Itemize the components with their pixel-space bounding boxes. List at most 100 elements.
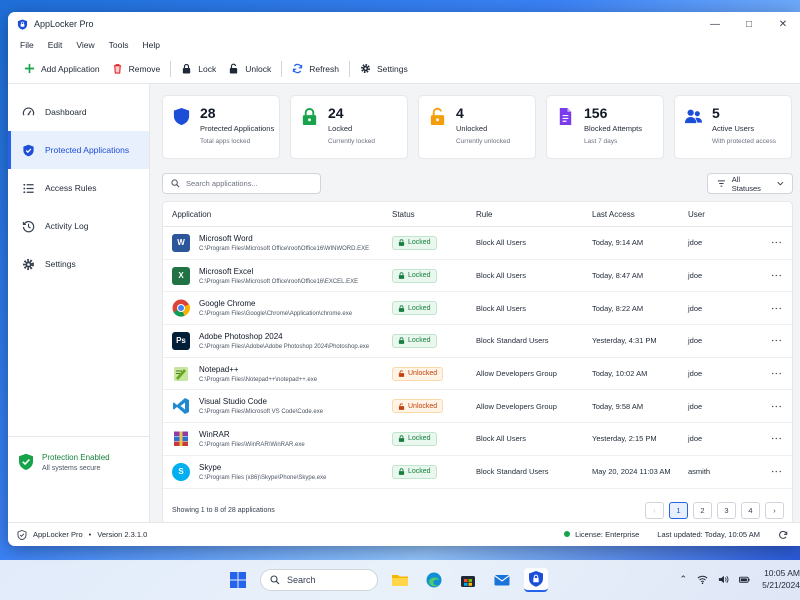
column-header-last-access[interactable]: Last Access bbox=[592, 210, 688, 219]
table-row[interactable]: Ps Adobe Photoshop 2024 C:\Program Files\A… bbox=[163, 325, 792, 358]
sidebar-item-access-rules[interactable]: Access Rules bbox=[8, 169, 149, 207]
more-options-icon[interactable]: ⋮ bbox=[770, 466, 782, 477]
last-access-cell: Today, 8:22 AM bbox=[592, 303, 644, 313]
more-options-icon[interactable]: ⋮ bbox=[770, 270, 782, 281]
table-header: Application Status Rule Last Access User bbox=[163, 202, 792, 227]
rule-cell: Block All Users bbox=[476, 271, 527, 281]
skype-icon: S bbox=[172, 462, 190, 481]
column-header-rule[interactable]: Rule bbox=[476, 210, 592, 219]
menu-help[interactable]: Help bbox=[142, 40, 159, 50]
clock[interactable]: 10:05 AM 5/21/2024 bbox=[760, 567, 800, 591]
stat-card-blocked-attempts: 156 Blocked Attempts Last 7 days bbox=[546, 95, 664, 159]
user-cell: jdoe bbox=[688, 271, 703, 281]
battery-icon[interactable] bbox=[739, 574, 750, 585]
prev-page-button[interactable]: ‹ bbox=[645, 502, 664, 519]
menu-file[interactable]: File bbox=[20, 40, 34, 50]
column-header-application[interactable]: Application bbox=[163, 210, 392, 219]
menu-view[interactable]: View bbox=[76, 40, 94, 50]
search-input[interactable] bbox=[186, 179, 316, 188]
refresh-button[interactable]: Refresh bbox=[290, 59, 349, 79]
unlock-button[interactable]: Unlock bbox=[226, 59, 281, 79]
app-name: Notepad++ bbox=[199, 364, 239, 374]
mail-button[interactable] bbox=[490, 568, 514, 592]
toolbar: Add Application Remove Lock Unlock Refre… bbox=[8, 54, 800, 84]
plus-icon bbox=[24, 63, 35, 74]
applocker-taskbar-button[interactable] bbox=[524, 568, 548, 592]
table-row[interactable]: S Skype C:\Program Files (x86)\Skype\Phone… bbox=[163, 456, 792, 489]
last-access-cell: May 20, 2024 11:03 AM bbox=[592, 467, 671, 477]
volume-icon[interactable] bbox=[718, 574, 729, 585]
next-page-button[interactable]: › bbox=[765, 502, 784, 519]
gear-icon bbox=[360, 64, 370, 73]
table-row[interactable]: Visual Studio Code C:\Program Files\Micro… bbox=[163, 390, 792, 424]
protection-subtitle: All systems secure bbox=[42, 465, 101, 472]
rule-cell: Block Standard Users bbox=[476, 467, 549, 477]
stat-card-unlocked: 4 Unlocked Currently unlocked bbox=[418, 95, 536, 159]
more-options-icon[interactable]: ⋮ bbox=[770, 335, 782, 346]
start-button[interactable] bbox=[226, 568, 250, 592]
user-cell: jdoe bbox=[688, 336, 703, 346]
settings-button[interactable]: Settings bbox=[358, 59, 418, 79]
table-row[interactable]: Notepad++ C:\Program Files\Notepad++\note… bbox=[163, 358, 792, 391]
file-explorer-button[interactable] bbox=[388, 568, 412, 592]
protection-title: Protection Enabled bbox=[42, 453, 110, 462]
close-button[interactable]: ✕ bbox=[766, 12, 800, 36]
unlock-icon bbox=[430, 107, 445, 126]
page-button[interactable]: 2 bbox=[693, 502, 712, 519]
lock-icon bbox=[398, 468, 405, 475]
page-button[interactable]: 3 bbox=[717, 502, 736, 519]
status-bar: AppLocker Pro • Version 2.3.1.0 License:… bbox=[8, 522, 800, 546]
maximize-button[interactable]: □ bbox=[732, 12, 766, 36]
add-application-button[interactable]: Add Application bbox=[22, 59, 110, 79]
stat-card-protected: 28 Protected Applications Total apps loc… bbox=[162, 95, 280, 159]
sidebar-item-protected-applications[interactable]: Protected Applications bbox=[8, 131, 149, 169]
lock-icon bbox=[302, 107, 317, 126]
chevron-up-icon[interactable]: ⌃ bbox=[679, 574, 687, 585]
more-options-icon[interactable]: ⋮ bbox=[770, 401, 782, 412]
refresh-icon bbox=[293, 63, 303, 74]
page-button[interactable]: 1 bbox=[669, 502, 688, 519]
app-name: Visual Studio Code bbox=[199, 397, 267, 407]
license-dot bbox=[564, 531, 571, 537]
refresh-icon[interactable] bbox=[778, 530, 788, 540]
status-badge: Locked bbox=[392, 235, 437, 250]
user-cell: jdoe bbox=[688, 303, 703, 313]
minimize-button[interactable]: — bbox=[698, 12, 732, 36]
table-row[interactable]: Google Chrome C:\Program Files\Google\Chr… bbox=[163, 292, 792, 326]
more-options-icon[interactable]: ⋮ bbox=[770, 237, 782, 248]
status-badge: Unlocked bbox=[392, 399, 444, 414]
status-filter-dropdown[interactable]: All Statuses bbox=[707, 173, 793, 194]
table-row[interactable]: WinRAR C:\Program Files\WinRAR\WinRAR.exe… bbox=[163, 423, 792, 456]
lock-button[interactable]: Lock bbox=[179, 59, 226, 79]
chrome-icon bbox=[172, 299, 190, 317]
sidebar-item-dashboard[interactable]: Dashboard bbox=[8, 93, 149, 131]
gear-icon bbox=[23, 258, 34, 270]
notepadpp-icon bbox=[172, 365, 190, 383]
more-options-icon[interactable]: ⋮ bbox=[770, 303, 782, 314]
excel-icon: X bbox=[172, 266, 190, 285]
table-row[interactable]: W Microsoft Word C:\Program Files\Microsof… bbox=[163, 227, 792, 260]
more-options-icon[interactable]: ⋮ bbox=[770, 433, 782, 444]
remove-button[interactable]: Remove bbox=[110, 59, 171, 79]
last-access-cell: Yesterday, 2:15 PM bbox=[592, 434, 657, 444]
table-row[interactable]: X Microsoft Excel C:\Program Files\Microso… bbox=[163, 260, 792, 293]
user-cell: jdoe bbox=[688, 401, 703, 411]
shield-lock-icon bbox=[529, 571, 543, 587]
page-button[interactable]: 4 bbox=[741, 502, 760, 519]
store-button[interactable] bbox=[456, 568, 480, 592]
app-name: Skype bbox=[199, 462, 222, 472]
sidebar-item-activity-log[interactable]: Activity Log bbox=[8, 207, 149, 245]
wifi-icon[interactable] bbox=[697, 574, 708, 585]
column-header-user[interactable]: User bbox=[688, 210, 748, 219]
sidebar-item-settings[interactable]: Settings bbox=[8, 245, 149, 283]
app-window: AppLocker Pro — □ ✕ File Edit View Tools… bbox=[8, 12, 800, 546]
column-header-status[interactable]: Status bbox=[392, 210, 476, 219]
menu-edit[interactable]: Edit bbox=[48, 40, 63, 50]
taskbar-search[interactable]: Search bbox=[260, 569, 378, 591]
app-path: C:\Program Files\Microsoft Office\root\O… bbox=[199, 278, 359, 285]
search-icon bbox=[171, 179, 180, 188]
edge-browser-button[interactable] bbox=[422, 568, 446, 592]
menu-tools[interactable]: Tools bbox=[109, 40, 129, 50]
more-options-icon[interactable]: ⋮ bbox=[770, 368, 782, 379]
history-icon bbox=[22, 220, 35, 232]
